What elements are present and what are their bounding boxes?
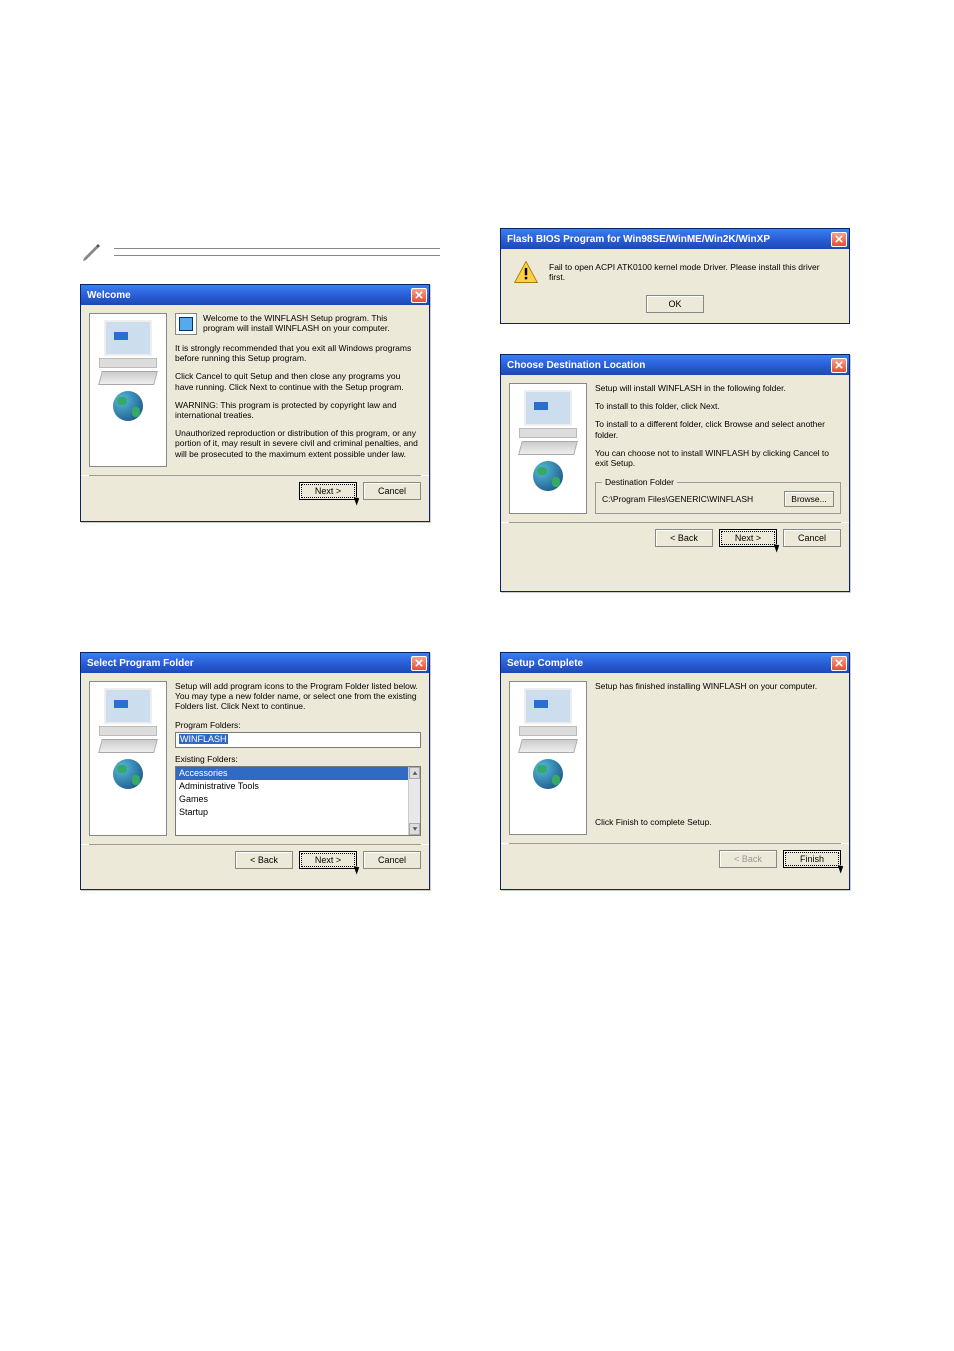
complete-titlebar: Setup Complete bbox=[501, 653, 849, 673]
welcome-dialog: Welcome Welcome to the WINFLASH Setup pr… bbox=[80, 284, 430, 522]
complete-back-button: < Back bbox=[719, 850, 777, 868]
dest-cancel-button[interactable]: Cancel bbox=[783, 529, 841, 547]
list-item[interactable]: Accessories bbox=[176, 767, 420, 780]
welcome-line5: Unauthorized reproduction or distributio… bbox=[175, 428, 421, 459]
select-next-button[interactable]: Next > bbox=[299, 851, 357, 869]
close-icon[interactable] bbox=[411, 656, 427, 671]
welcome-intro: Welcome to the WINFLASH Setup program. T… bbox=[203, 313, 421, 333]
program-folders-input[interactable]: WINFLASH bbox=[175, 732, 421, 748]
program-folders-label: Program Folders: bbox=[175, 720, 421, 730]
list-item[interactable]: Startup bbox=[176, 806, 420, 819]
error-titlebar: Flash BIOS Program for Win98SE/WinME/Win… bbox=[501, 229, 849, 249]
dest-next-button[interactable]: Next > bbox=[719, 529, 777, 547]
select-folder-dialog: Select Program Folder Setup will add pro… bbox=[80, 652, 430, 890]
warning-icon bbox=[513, 259, 539, 285]
complete-text: Setup has finished installing WINFLASH o… bbox=[595, 681, 841, 835]
close-icon[interactable] bbox=[831, 656, 847, 671]
select-back-button[interactable]: < Back bbox=[235, 851, 293, 869]
destination-titlebar: Choose Destination Location bbox=[501, 355, 849, 375]
error-ok-button[interactable]: OK bbox=[646, 295, 704, 313]
error-message: Fail to open ACPI ATK0100 kernel mode Dr… bbox=[549, 262, 837, 282]
wizard-image bbox=[509, 383, 587, 514]
destination-title: Choose Destination Location bbox=[507, 360, 645, 371]
program-folders-value: WINFLASH bbox=[179, 734, 228, 744]
destination-groupbox: Destination Folder C:\Program Files\GENE… bbox=[595, 482, 841, 514]
welcome-line2: It is strongly recommended that you exit… bbox=[175, 343, 421, 363]
complete-line1: Setup has finished installing WINFLASH o… bbox=[595, 681, 841, 691]
welcome-text: Welcome to the WINFLASH Setup program. T… bbox=[175, 313, 421, 467]
select-cancel-button[interactable]: Cancel bbox=[363, 851, 421, 869]
close-icon[interactable] bbox=[831, 358, 847, 373]
complete-title: Setup Complete bbox=[507, 658, 583, 669]
list-item[interactable]: Games bbox=[176, 793, 420, 806]
dest-line4: You can choose not to install WINFLASH b… bbox=[595, 448, 841, 468]
select-folder-title: Select Program Folder bbox=[87, 658, 194, 669]
setup-box-icon bbox=[175, 313, 197, 335]
scroll-down-icon[interactable] bbox=[409, 823, 420, 835]
destination-text: Setup will install WINFLASH in the follo… bbox=[595, 383, 841, 514]
welcome-title: Welcome bbox=[87, 290, 131, 301]
select-folder-titlebar: Select Program Folder bbox=[81, 653, 429, 673]
note-row bbox=[80, 240, 440, 264]
destination-path: C:\Program Files\GENERIC\WINFLASH bbox=[602, 494, 778, 504]
note-pencil-icon bbox=[80, 240, 104, 264]
existing-folders-label: Existing Folders: bbox=[175, 754, 421, 764]
note-lines bbox=[114, 242, 440, 262]
existing-folders-listbox[interactable]: Accessories Administrative Tools Games S… bbox=[175, 766, 421, 836]
close-icon[interactable] bbox=[831, 232, 847, 247]
welcome-line3: Click Cancel to quit Setup and then clos… bbox=[175, 371, 421, 391]
complete-dialog: Setup Complete Setup has finished instal… bbox=[500, 652, 850, 890]
dest-line3: To install to a different folder, click … bbox=[595, 419, 841, 439]
wizard-image bbox=[89, 313, 167, 467]
error-dialog: Flash BIOS Program for Win98SE/WinME/Win… bbox=[500, 228, 850, 324]
welcome-line4: WARNING: This program is protected by co… bbox=[175, 400, 421, 420]
welcome-cancel-button[interactable]: Cancel bbox=[363, 482, 421, 500]
list-item[interactable]: Administrative Tools bbox=[176, 780, 420, 793]
welcome-titlebar: Welcome bbox=[81, 285, 429, 305]
scroll-up-icon[interactable] bbox=[409, 767, 420, 779]
select-folder-line1: Setup will add program icons to the Prog… bbox=[175, 681, 421, 712]
complete-finish-button[interactable]: Finish bbox=[783, 850, 841, 868]
close-icon[interactable] bbox=[411, 288, 427, 303]
wizard-image bbox=[89, 681, 167, 836]
error-title: Flash BIOS Program for Win98SE/WinME/Win… bbox=[507, 234, 770, 245]
browse-button[interactable]: Browse... bbox=[784, 491, 834, 507]
listbox-scrollbar[interactable] bbox=[408, 767, 420, 835]
select-folder-text: Setup will add program icons to the Prog… bbox=[175, 681, 421, 836]
destination-group-label: Destination Folder bbox=[602, 477, 677, 487]
wizard-image bbox=[509, 681, 587, 835]
complete-line2: Click Finish to complete Setup. bbox=[595, 817, 841, 827]
destination-dialog: Choose Destination Location Setup will i… bbox=[500, 354, 850, 592]
dest-line2: To install to this folder, click Next. bbox=[595, 401, 841, 411]
dest-back-button[interactable]: < Back bbox=[655, 529, 713, 547]
welcome-next-button[interactable]: Next > bbox=[299, 482, 357, 500]
dest-line1: Setup will install WINFLASH in the follo… bbox=[595, 383, 841, 393]
